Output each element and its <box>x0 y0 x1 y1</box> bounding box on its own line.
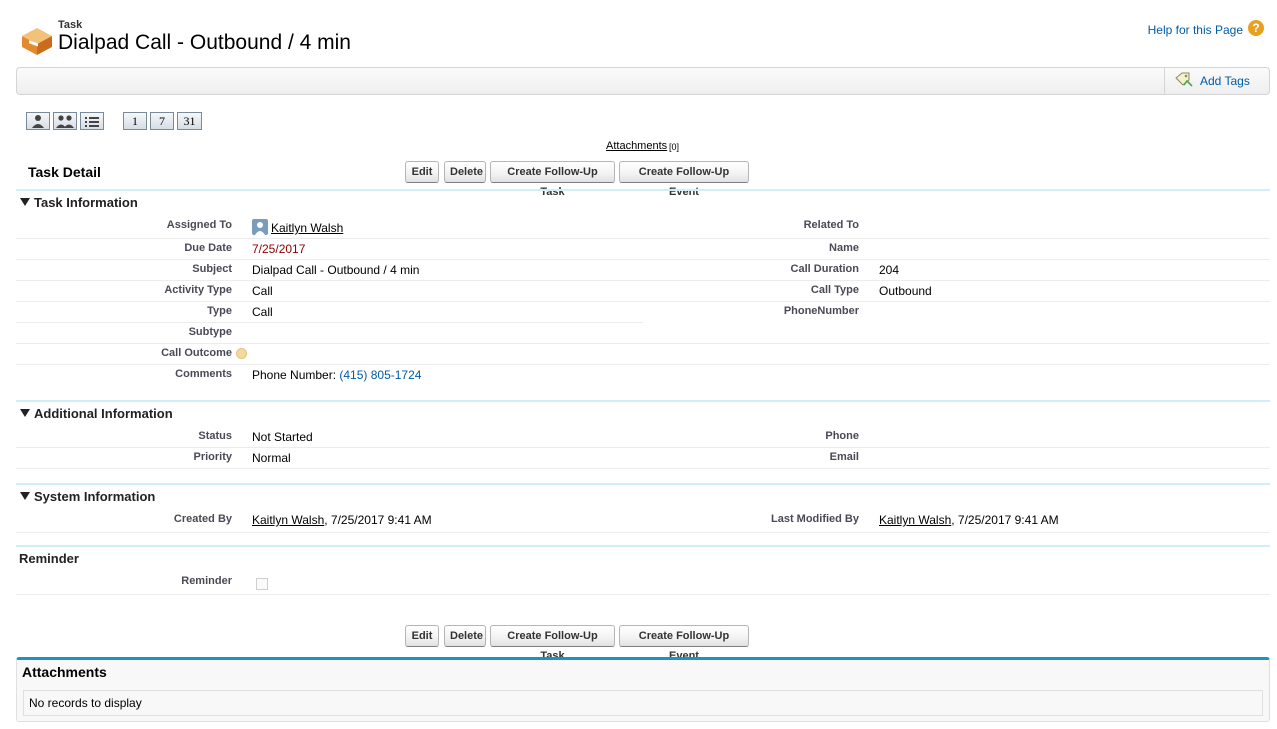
created-by-value: Kaitlyn Walsh, 7/25/2017 9:41 AM <box>252 513 432 527</box>
created-by-user-link[interactable]: Kaitlyn Walsh <box>252 513 324 527</box>
call-type-value: Outbound <box>879 284 932 298</box>
tag-icon[interactable] <box>1175 72 1193 91</box>
record-type-label: Task <box>58 19 83 31</box>
create-follow-up-task-button-bottom[interactable]: Create Follow-Up Task <box>490 625 615 662</box>
collapse-triangle-icon <box>20 198 30 206</box>
task-information-header[interactable]: Task Information <box>20 195 138 210</box>
status-label: Status <box>198 430 232 442</box>
collapse-triangle-icon <box>20 409 30 417</box>
last-modified-user-link[interactable]: Kaitlyn Walsh <box>879 513 951 527</box>
row-divider <box>16 280 1270 281</box>
edit-button-bottom[interactable]: Edit <box>405 625 439 647</box>
week-view-button[interactable]: 7 <box>150 112 174 130</box>
activity-type-value: Call <box>252 284 273 298</box>
last-modified-by-value: Kaitlyn Walsh, 7/25/2017 9:41 AM <box>879 513 1059 527</box>
section-divider <box>16 400 1270 402</box>
tag-divider <box>1164 68 1165 94</box>
single-user-view-button[interactable] <box>26 112 50 130</box>
last-modified-date: , 7/25/2017 9:41 AM <box>951 513 1059 527</box>
due-date-value: 7/25/2017 <box>252 242 306 256</box>
no-records-text: No records to display <box>29 696 142 710</box>
multi-user-view-button[interactable] <box>53 112 77 130</box>
help-icon[interactable]: ? <box>1248 20 1264 36</box>
call-type-label: Call Type <box>810 284 859 296</box>
row-divider <box>16 468 1270 469</box>
type-label: Type <box>207 305 232 317</box>
call-outcome-label: Call Outcome <box>161 347 232 359</box>
row-divider <box>16 594 1270 595</box>
row-divider <box>16 343 1270 344</box>
reminder-header: Reminder <box>19 551 79 566</box>
subtype-label: Subtype <box>188 326 232 338</box>
create-follow-up-event-button-bottom[interactable]: Create Follow-Up Event <box>619 625 749 662</box>
related-to-label: Related To <box>803 219 859 231</box>
comments-label: Comments <box>175 368 232 380</box>
phone-number-label: PhoneNumber <box>783 305 859 317</box>
comments-phone-link[interactable]: (415) 805-1724 <box>339 368 421 382</box>
call-duration-value: 204 <box>879 263 900 277</box>
reminder-checkbox <box>256 578 268 590</box>
created-by-label: Created By <box>173 513 232 525</box>
page-title: Dialpad Call - Outbound / 4 min <box>58 31 351 54</box>
delete-button-bottom[interactable]: Delete <box>444 625 486 647</box>
name-label: Name <box>829 242 859 254</box>
attachments-count: [0] <box>669 142 680 152</box>
assigned-to-link[interactable]: Kaitlyn Walsh <box>271 221 343 235</box>
subject-value: Dialpad Call - Outbound / 4 min <box>252 263 420 277</box>
attachments-list-title: Attachments <box>22 664 107 680</box>
add-tags-link[interactable]: Add Tags <box>1200 74 1250 88</box>
created-by-date: , 7/25/2017 9:41 AM <box>324 513 432 527</box>
task-icon <box>20 24 54 56</box>
subject-label: Subject <box>192 263 232 275</box>
row-divider <box>16 322 643 323</box>
email-label: Email <box>829 451 859 463</box>
delete-button[interactable]: Delete <box>444 161 486 183</box>
section-divider <box>16 545 1270 547</box>
additional-information-header[interactable]: Additional Information <box>20 406 173 421</box>
no-records-box <box>23 690 1263 716</box>
activity-type-label: Activity Type <box>164 284 232 296</box>
list-view-icon <box>85 117 99 127</box>
row-divider <box>16 301 1270 302</box>
priority-label: Priority <box>193 451 232 463</box>
help-link[interactable]: Help for this Page <box>1148 23 1243 37</box>
system-information-header[interactable]: System Information <box>20 489 155 504</box>
row-divider <box>16 447 1270 448</box>
reminder-label: Reminder <box>181 575 232 587</box>
phone-label: Phone <box>825 430 859 442</box>
attachments-link[interactable]: Attachments <box>606 140 667 152</box>
user-avatar-icon <box>252 219 268 235</box>
create-follow-up-task-button[interactable]: Create Follow-Up Task <box>490 161 615 198</box>
month-view-button[interactable]: 31 <box>177 112 202 130</box>
single-user-icon <box>32 115 44 128</box>
type-value: Call <box>252 305 273 319</box>
status-value: Not Started <box>252 430 313 444</box>
help-bubble-icon[interactable] <box>236 348 247 359</box>
tag-bar <box>16 67 1270 95</box>
collapse-triangle-icon <box>20 492 30 500</box>
call-duration-label: Call Duration <box>790 263 859 275</box>
create-follow-up-event-button[interactable]: Create Follow-Up Event <box>619 161 749 198</box>
last-modified-by-label: Last Modified By <box>770 513 859 525</box>
list-view-button[interactable] <box>80 112 104 130</box>
assigned-to-label: Assigned To <box>166 219 232 231</box>
section-divider <box>16 483 1270 485</box>
multi-user-icon <box>56 115 74 128</box>
priority-value: Normal <box>252 451 291 465</box>
day-view-button[interactable]: 1 <box>123 112 147 130</box>
row-divider <box>16 532 1270 533</box>
detail-divider <box>16 189 1270 191</box>
row-divider <box>16 259 1270 260</box>
task-detail-title: Task Detail <box>28 164 101 180</box>
row-divider <box>16 364 1270 365</box>
edit-button[interactable]: Edit <box>405 161 439 183</box>
comments-value: Phone Number: (415) 805-1724 <box>252 368 421 382</box>
comments-prefix: Phone Number: <box>252 368 340 382</box>
due-date-label: Due Date <box>184 242 232 254</box>
row-divider <box>16 238 1270 239</box>
